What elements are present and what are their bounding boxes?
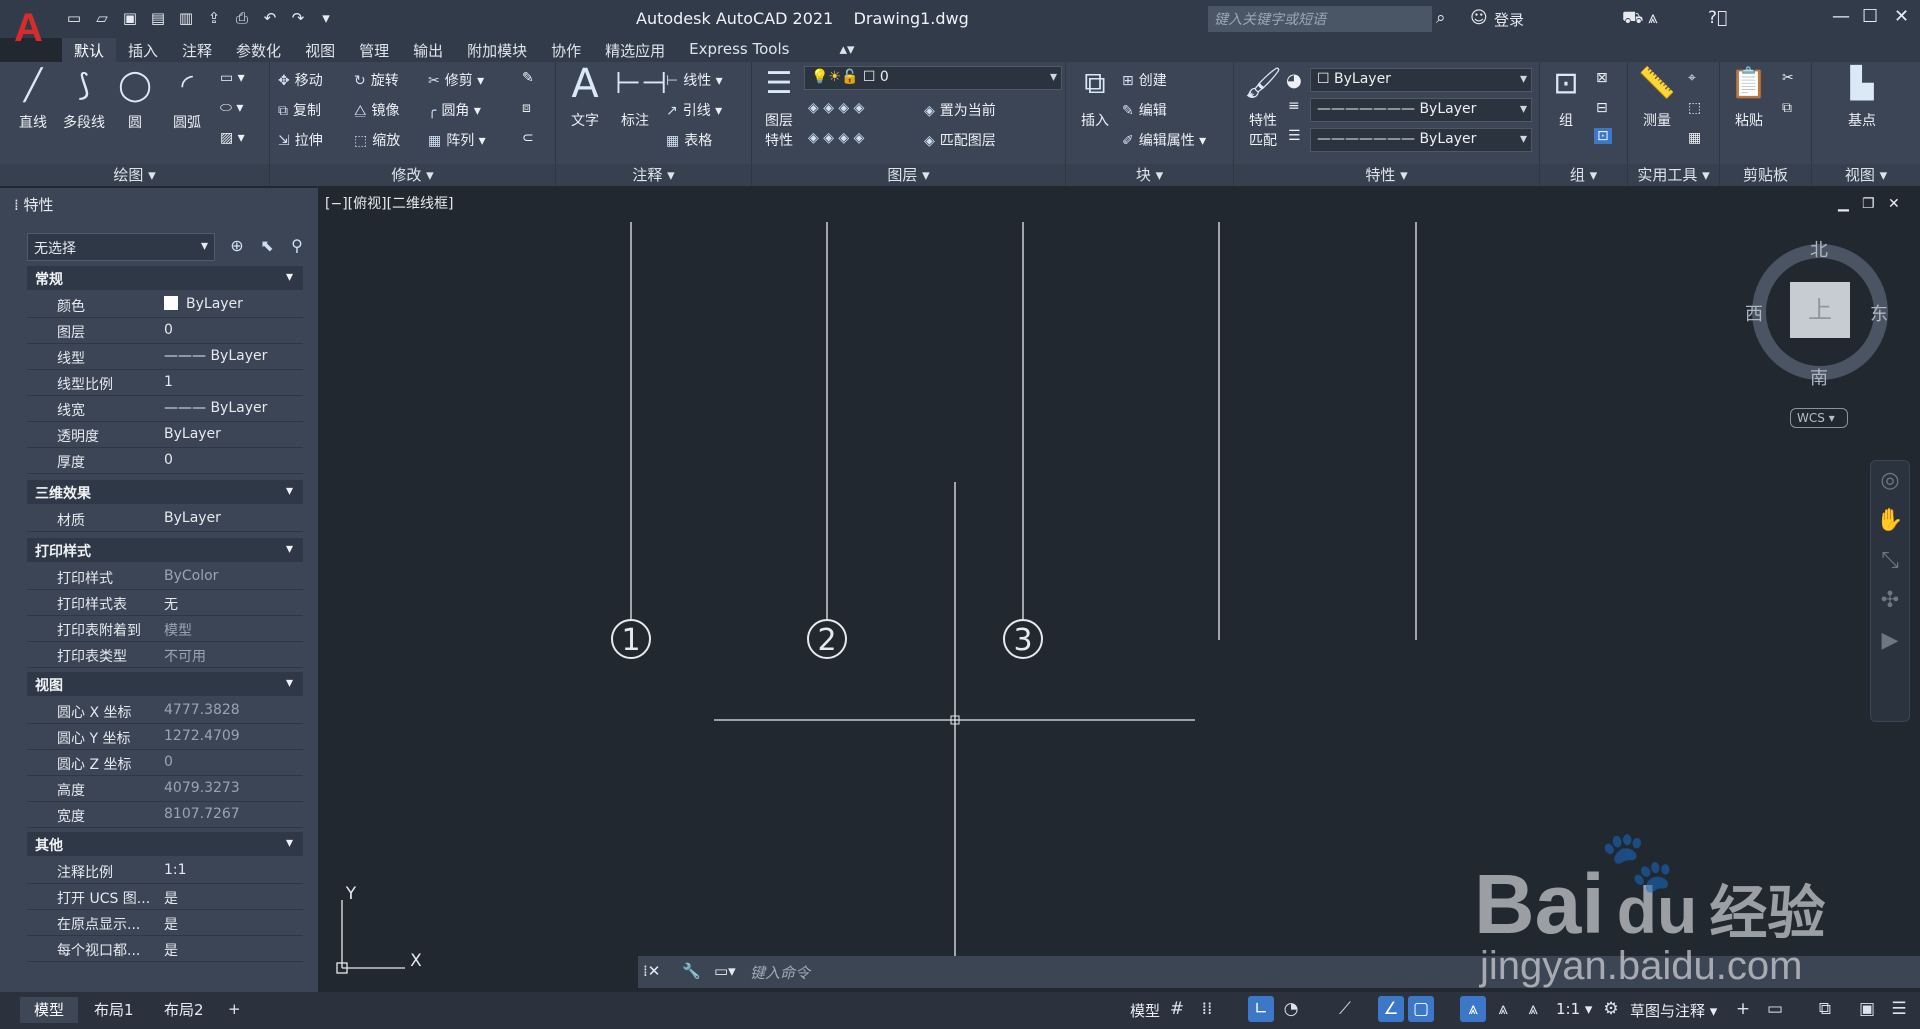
watermark-site: jingyan.baidu.com [1480,944,1803,988]
tab-model[interactable]: 模型 [20,997,79,1023]
workspace-switch[interactable]: 草图与注释 ▾ [1630,1000,1717,1021]
marker-label-3: 3 [1013,623,1032,658]
navigation-bar: ◎ ✋ ⤡ ✣ ▶ [1870,460,1910,722]
units-icon[interactable]: ▭ [1762,996,1788,1022]
snap-icon[interactable]: ⁞⁞ [1194,996,1220,1022]
showmotion-icon[interactable]: ▶ [1871,621,1909,661]
command-customize-icon[interactable]: 🔧 [682,962,701,980]
command-close-icon[interactable]: ⁞✕ [643,962,660,980]
ucs-x-label: X [410,951,422,971]
wcs-label: WCS [1797,411,1825,425]
marker-label-2: 2 [817,623,836,658]
status-menu-icon[interactable]: ☰ [1886,996,1912,1022]
annotation-visibility-icon[interactable]: ⩓ [1460,996,1486,1022]
compass-east[interactable]: 东 [1870,300,1888,326]
watermark-suffix: 经验 [1709,881,1826,946]
pan-icon[interactable]: ✋ [1871,501,1909,541]
add-layout-icon[interactable]: + [228,1000,241,1018]
baidu-paw-icon: 🐾 [1600,827,1675,897]
ucs-y-label: Y [345,884,357,904]
tab-layout1[interactable]: 布局1 [80,997,148,1023]
viewcube-top-face[interactable]: 上 [1790,282,1850,338]
watermark-brand: Bai [1474,857,1605,951]
workspace-gear-icon[interactable]: ⚙ [1598,996,1624,1022]
wcs-menu[interactable]: WCS ▾ [1790,408,1848,428]
tab-layout2[interactable]: 布局2 [150,997,218,1023]
object-snap-icon[interactable]: ▢ [1408,996,1434,1022]
annotation-scale-icon[interactable]: ⩓ [1520,996,1546,1022]
steering-wheel-icon[interactable]: ◎ [1871,461,1909,501]
compass-north[interactable]: 北 [1810,236,1828,262]
command-history-icon[interactable]: ▭▾ [714,962,736,980]
ortho-icon[interactable]: ∟ [1248,996,1274,1022]
isolate-objects-icon[interactable]: ⧉ [1812,996,1838,1022]
clean-screen-icon[interactable]: ▣ [1854,996,1880,1022]
compass-south[interactable]: 南 [1810,364,1828,390]
zoom-extents-icon[interactable]: ⤡ [1871,541,1909,581]
annotation-monitor-icon[interactable]: + [1730,996,1756,1022]
grid-icon[interactable]: # [1164,996,1190,1022]
scale-value: 1:1 [1556,1000,1581,1018]
model-space-button[interactable]: 模型 [1130,1000,1160,1021]
auto-scale-icon[interactable]: ⩓ [1490,996,1516,1022]
annotation-scale-value[interactable]: 1:1 ▾ [1556,1000,1592,1018]
polar-tracking-icon[interactable]: ◔ [1278,996,1304,1022]
workspace-label: 草图与注释 [1630,1002,1706,1020]
orbit-icon[interactable]: ✣ [1871,581,1909,621]
object-snap-tracking-icon[interactable]: ∠ [1378,996,1404,1022]
command-input[interactable]: 键入命令 [750,962,810,983]
compass-west[interactable]: 西 [1745,300,1763,326]
marker-label-1: 1 [621,623,640,658]
isodraft-icon[interactable]: ⟋ [1332,996,1358,1022]
